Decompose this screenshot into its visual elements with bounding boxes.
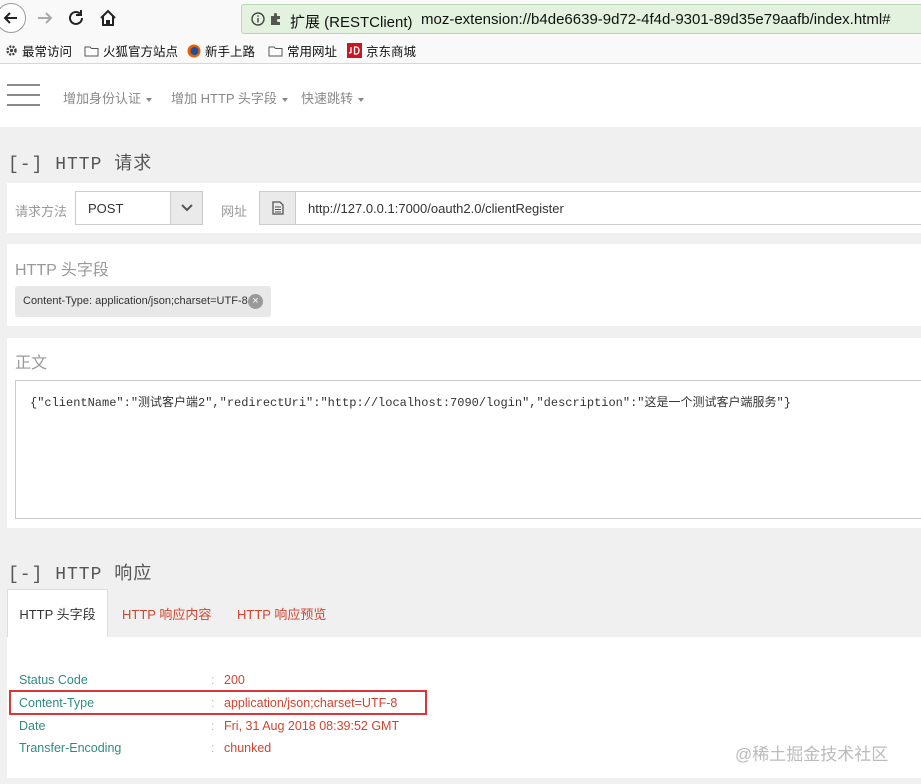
remove-header-button[interactable]: × xyxy=(248,294,263,309)
watermark: @稀土掘金技术社区 xyxy=(735,745,889,764)
response-value-transfer-encoding: chunked xyxy=(224,741,272,755)
back-arrow-icon xyxy=(3,12,17,24)
request-section-title[interactable]: [-] HTTP 请求 xyxy=(8,149,152,175)
response-value-status: 200 xyxy=(224,673,245,687)
bookmarks-bar: 最常访问 火狐官方站点 新手上路 常用网址 京东商城 xyxy=(0,37,921,64)
url-input[interactable]: http://127.0.0.1:7000/oauth2.0/clientReg… xyxy=(295,191,921,225)
body-text: {"clientName":"测试客户端2","redirectUri":"ht… xyxy=(30,396,791,410)
gear-icon xyxy=(6,45,17,56)
menu-bar xyxy=(7,104,40,106)
nav-add-header[interactable]: 增加 HTTP 头字段 xyxy=(171,88,288,107)
jd-logo-icon xyxy=(347,43,362,58)
nav-label: 增加 HTTP 头字段 xyxy=(171,91,277,106)
extension-label: 扩展 (RESTClient) xyxy=(290,14,413,31)
bookmark-firefox-site[interactable]: 火狐官方站点 xyxy=(84,41,178,60)
firefox-icon xyxy=(187,44,201,57)
caret-down-icon xyxy=(146,97,153,102)
bookmark-most-visited[interactable]: 最常访问 xyxy=(5,41,72,60)
reload-icon xyxy=(69,10,83,25)
caret-down-icon xyxy=(358,97,365,102)
menu-bar xyxy=(7,94,40,96)
nav-label: 增加身份认证 xyxy=(63,91,142,106)
url-label: 网址 xyxy=(221,204,248,219)
folder-icon xyxy=(84,46,99,56)
response-value-date: Fri, 31 Aug 2018 08:39:52 GMT xyxy=(224,719,400,733)
bookmark-label: 京东商城 xyxy=(366,45,417,59)
separator: : xyxy=(211,673,215,687)
home-icon xyxy=(100,9,116,26)
bookmark-getting-started[interactable]: 新手上路 xyxy=(187,41,255,60)
separator: : xyxy=(211,719,215,733)
response-key-date: Date xyxy=(19,719,46,733)
body-title: 正文 xyxy=(15,355,48,372)
document-icon xyxy=(271,201,284,215)
home-button[interactable] xyxy=(95,5,121,31)
bookmark-label: 常用网址 xyxy=(287,45,338,59)
highlight-box xyxy=(9,690,427,715)
response-key-status: Status Code xyxy=(19,673,88,687)
bookmark-label: 新手上路 xyxy=(205,45,256,59)
puzzle-icon xyxy=(271,13,280,25)
headers-title: HTTP 头字段 xyxy=(15,262,109,279)
tab-response-headers[interactable]: HTTP 头字段 xyxy=(7,589,108,637)
folder-icon xyxy=(268,46,283,56)
url-text: moz-extension://b4de6639-9d72-4f4d-9301-… xyxy=(421,11,891,28)
forward-arrow-icon xyxy=(38,12,53,24)
separator: : xyxy=(211,741,215,755)
response-section-title[interactable]: [-] HTTP 响应 xyxy=(8,559,152,585)
url-addon xyxy=(259,191,296,225)
method-label: 请求方法 xyxy=(15,204,68,219)
header-tag-text: Content-Type: application/json;charset=U… xyxy=(23,295,248,307)
tab-response-preview[interactable]: HTTP 响应预览 xyxy=(237,589,326,637)
bookmark-jd[interactable]: 京东商城 xyxy=(347,41,416,60)
select-arrow xyxy=(170,192,202,224)
nav-label: 快速跳转 xyxy=(301,91,354,106)
response-key-transfer-encoding: Transfer-Encoding xyxy=(19,741,122,755)
forward-button[interactable] xyxy=(32,5,58,31)
info-icon xyxy=(251,12,265,26)
url-input-value: http://127.0.0.1:7000/oauth2.0/clientReg… xyxy=(308,201,564,216)
bookmark-common-sites[interactable]: 常用网址 xyxy=(268,41,337,60)
nav-quick-jump[interactable]: 快速跳转 xyxy=(301,88,365,107)
menu-bar xyxy=(7,84,40,86)
nav-add-auth[interactable]: 增加身份认证 xyxy=(63,88,153,107)
header-tag[interactable]: Content-Type: application/json;charset=U… xyxy=(15,286,271,317)
menu-toggle-button[interactable] xyxy=(7,84,40,106)
back-button[interactable] xyxy=(0,3,26,33)
method-value: POST xyxy=(88,201,124,216)
chevron-down-icon xyxy=(180,204,193,212)
bookmark-label: 火狐官方站点 xyxy=(103,45,179,59)
bookmark-label: 最常访问 xyxy=(22,45,73,59)
address-bar[interactable]: 扩展 (RESTClient) moz-extension://b4de6639… xyxy=(241,4,921,34)
tab-response-content[interactable]: HTTP 响应内容 xyxy=(122,589,211,637)
method-select[interactable]: POST xyxy=(75,191,203,225)
caret-down-icon xyxy=(281,97,288,102)
reload-button[interactable] xyxy=(63,5,89,31)
body-textarea[interactable]: {"clientName":"测试客户端2","redirectUri":"ht… xyxy=(15,380,921,519)
